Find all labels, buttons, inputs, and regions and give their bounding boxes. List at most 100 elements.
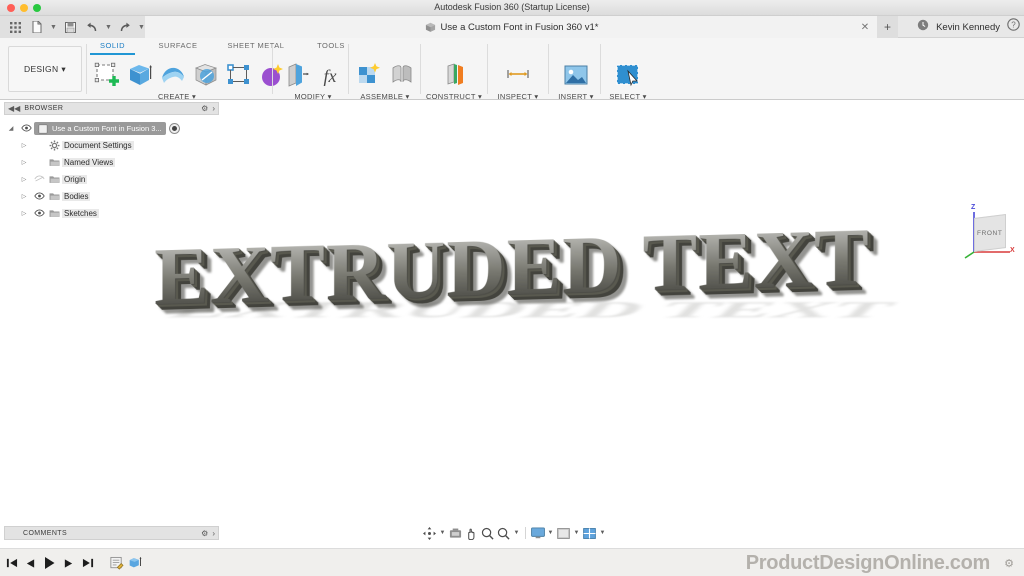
browser-header[interactable]: ◀◀ BROWSER ⚙ › (4, 102, 219, 115)
tab-tools[interactable]: TOOLS (309, 41, 353, 55)
grid-snap-icon[interactable] (556, 525, 571, 541)
measure-icon[interactable] (503, 60, 533, 90)
step-back-icon[interactable] (23, 554, 38, 572)
step-forward-icon[interactable] (61, 554, 76, 572)
browser-row-sketches[interactable]: ▷ Sketches (4, 205, 219, 222)
zoom-window-icon[interactable] (496, 525, 511, 541)
press-pull-icon[interactable] (282, 60, 312, 90)
account-toolbar: Kevin Kennedy ? (917, 16, 1020, 38)
help-icon[interactable]: ? (1007, 18, 1020, 36)
new-tab-button[interactable]: + (877, 16, 898, 38)
sketch-feature-icon[interactable] (109, 554, 124, 572)
grid-apps-icon[interactable] (4, 17, 26, 37)
tab-solid[interactable]: SOLID (90, 41, 135, 55)
axis-label-z: Z (971, 204, 976, 211)
pan-icon[interactable] (464, 525, 479, 541)
twisty-icon[interactable]: ▷ (17, 142, 31, 149)
twisty-icon[interactable]: ▷ (17, 210, 31, 217)
view-cube-front-face[interactable]: FRONT (974, 214, 1006, 252)
display-settings-caret-icon[interactable]: ▼ (546, 525, 555, 541)
root-visibility-icon[interactable] (18, 124, 34, 134)
browser-expand-icon[interactable]: › (212, 104, 215, 113)
new-component-icon[interactable] (354, 60, 384, 90)
sheet-metal-flange-icon[interactable] (224, 60, 254, 90)
visibility-toggle-sketches[interactable] (31, 209, 47, 219)
collapse-panel-icon[interactable]: ◀◀ (8, 104, 20, 113)
workspace-switcher-button[interactable]: DESIGN ▾ (8, 46, 82, 92)
offset-plane-icon[interactable] (439, 60, 469, 90)
browser-settings-icon[interactable]: ⚙ (201, 104, 208, 113)
root-label-pill[interactable]: Use a Custom Font in Fusion 3... (34, 122, 166, 135)
save-icon[interactable] (59, 17, 81, 37)
new-file-icon[interactable] (26, 17, 48, 37)
model-text[interactable]: EXTRUDED TEXT (154, 210, 870, 324)
jump-to-end-icon[interactable] (80, 554, 95, 572)
tab-surface[interactable]: SURFACE (147, 41, 209, 55)
viewports-caret-icon[interactable]: ▼ (598, 525, 607, 541)
orbit-icon[interactable] (422, 525, 437, 541)
browser-row-bodies[interactable]: ▷ Bodies (4, 188, 219, 205)
twisty-icon[interactable]: ▷ (17, 193, 31, 200)
panel-construct-icons (424, 56, 484, 90)
browser-root-row[interactable]: ◢ Use a Custom Font in Fusion 3... (4, 120, 219, 137)
look-at-icon[interactable] (448, 525, 463, 541)
ribbon-divider-5 (487, 44, 488, 94)
grid-snap-caret-icon[interactable]: ▼ (572, 525, 581, 541)
ribbon-divider-4 (420, 44, 421, 94)
quick-access-toolbar: ▼ ▼ ▼ (0, 16, 148, 38)
browser-row-document-settings[interactable]: ▷ Document Settings (4, 137, 219, 154)
document-tab[interactable]: Use a Custom Font in Fusion 360 v1* (145, 16, 879, 38)
joint-icon[interactable] (387, 60, 417, 90)
play-icon[interactable] (42, 554, 57, 572)
axis-label-x: X (1010, 247, 1015, 254)
new-file-caret-icon[interactable]: ▼ (48, 17, 59, 37)
visibility-toggle-bodies[interactable] (31, 192, 47, 202)
panel-create-icons (92, 56, 283, 90)
redo-icon[interactable] (114, 17, 136, 37)
user-name-label[interactable]: Kevin Kennedy (936, 22, 1000, 33)
comments-expand-icon[interactable]: › (212, 529, 215, 538)
twisty-icon[interactable]: ▷ (17, 159, 31, 166)
close-tab-button[interactable]: ✕ (858, 20, 872, 34)
clock-icon[interactable] (917, 18, 929, 36)
visibility-toggle-origin[interactable] (31, 175, 47, 185)
tab-sheet-metal[interactable]: SHEET METAL (221, 41, 291, 55)
viewports-icon[interactable] (582, 525, 597, 541)
root-activate-radio[interactable] (168, 123, 180, 134)
gear-icon (47, 140, 62, 151)
jump-to-beginning-icon[interactable] (4, 554, 19, 572)
browser-label-origin: Origin (62, 175, 88, 184)
orbit-caret-icon[interactable]: ▼ (438, 525, 447, 541)
browser-label-sketches: Sketches (62, 209, 99, 218)
surface-patch-icon[interactable] (158, 60, 188, 90)
comments-settings-icon[interactable]: ⚙ (201, 529, 208, 538)
document-cube-icon (425, 22, 435, 32)
browser-tree: ◢ Use a Custom Font in Fusion 3... ▷ Doc… (4, 115, 219, 222)
browser-panel: ◀◀ BROWSER ⚙ › ◢ Use a Custom Font in Fu… (4, 102, 219, 222)
panel-inspect-icons (491, 56, 545, 90)
view-cube[interactable]: FRONT Z X (952, 202, 1018, 266)
extrude-feature-icon[interactable] (128, 554, 143, 572)
undo-icon[interactable] (81, 17, 103, 37)
parameters-fx-icon[interactable]: fx (315, 60, 345, 90)
insert-image-icon[interactable] (561, 60, 591, 90)
create-sketch-icon[interactable] (92, 60, 122, 90)
zoom-icon[interactable] (480, 525, 495, 541)
extrude-icon[interactable] (125, 60, 155, 90)
browser-row-origin[interactable]: ▷ Origin (4, 171, 219, 188)
root-twisty-icon[interactable]: ◢ (4, 125, 18, 132)
select-window-icon[interactable] (613, 60, 643, 90)
surface-revolve-icon[interactable] (191, 60, 221, 90)
zoom-window-caret-icon[interactable]: ▼ (512, 525, 521, 541)
ribbon-toolbar: DESIGN ▾ SOLID SURFACE SHEET METAL TOOLS (0, 38, 1024, 101)
settings-gear-icon[interactable]: ⚙ (1004, 557, 1014, 570)
browser-row-named-views[interactable]: ▷ Named Views (4, 154, 219, 171)
3d-viewport[interactable]: EXTRUDED TEXT EXTRUDED TEXT FRONT Z X ◀◀… (0, 100, 1024, 520)
twisty-icon[interactable]: ▷ (17, 176, 31, 183)
panel-assemble-icons (352, 56, 418, 90)
document-tab-label: Use a Custom Font in Fusion 360 v1* (440, 21, 599, 33)
browser-label-named-views: Named Views (62, 158, 116, 167)
comments-panel-header[interactable]: COMMENTS ⚙ › (4, 526, 219, 540)
undo-caret-icon[interactable]: ▼ (103, 17, 114, 37)
display-settings-icon[interactable] (530, 525, 545, 541)
